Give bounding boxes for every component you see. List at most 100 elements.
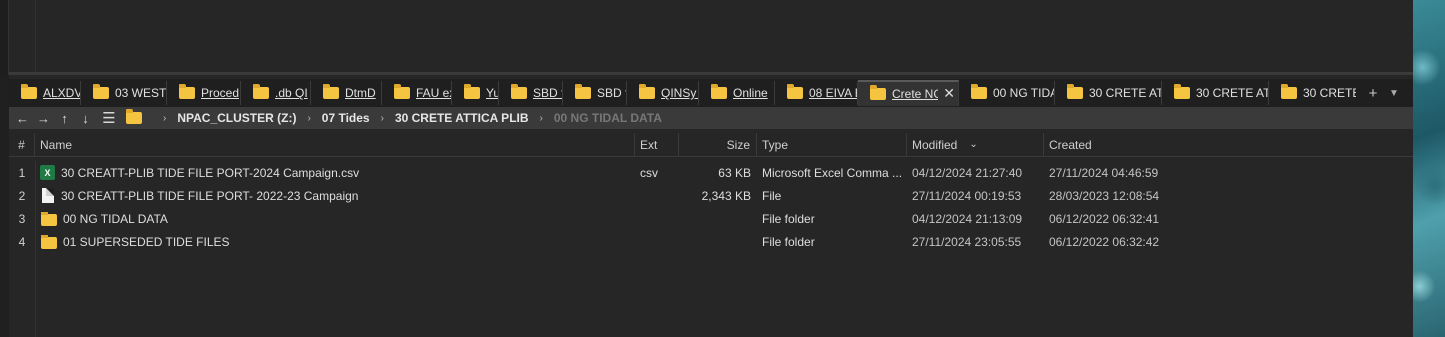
column-header-type[interactable]: Type [757,132,907,157]
folder-icon [711,84,727,99]
table-row[interactable]: 1 X 30 CREATT-PLIB TIDE FILE PORT-2024 Ca… [9,161,1413,184]
file-created: 06/12/2022 06:32:42 [1049,234,1160,249]
chevron-right-icon[interactable]: › [540,113,543,124]
folder-icon [394,84,410,99]
tab[interactable]: .db QI [241,81,311,105]
column-header-size[interactable]: Size [679,132,757,157]
breadcrumb-item[interactable]: NPAC_CLUSTER (Z:) [177,111,296,125]
folder-icon [179,84,195,99]
file-modified: 04/12/2024 21:27:40 [912,165,1023,180]
tab[interactable]: QINSy ( [627,81,699,105]
folder-icon [323,84,339,99]
tab-label: ALXDV [43,86,80,100]
folder-icon [1067,84,1083,99]
close-icon[interactable]: ✕ [943,85,955,102]
file-created: 28/03/2023 12:08:54 [1049,188,1160,203]
row-number: 2 [18,188,26,203]
tab-label: 30 CRETE ATT [1196,86,1268,100]
left-strip [0,0,9,75]
column-header-created[interactable]: Created [1044,133,1413,157]
up-arrow-icon[interactable]: ↑ [54,111,75,126]
tab[interactable]: Online [699,81,775,105]
tab[interactable]: 00 NG TIDA [959,81,1055,105]
file-icon [42,188,54,203]
folder-icon [253,84,269,99]
tab[interactable]: DtmD [311,81,382,105]
file-explorer-pane: ALXDV 03 WEST_ Proced .db QI DtmD FAU ex… [9,75,1413,337]
table-row[interactable]: 4 01 SUPERSEDED TIDE FILES File folder 2… [9,230,1413,253]
tab[interactable]: FAU ex [382,81,452,105]
column-headers: # Name Ext Size Type Modified ⌄ Created [9,132,1413,157]
column-header-modified-label: Modified [912,137,958,152]
file-name-cell[interactable]: 30 CREATT-PLIB TIDE FILE PORT- 2022-23 C… [35,188,635,203]
menu-icon[interactable]: ☰ [96,109,122,127]
folder-icon [511,84,527,99]
forward-arrow-icon[interactable]: → [33,111,54,126]
folder-icon [464,84,480,99]
chevron-right-icon[interactable]: › [163,113,166,124]
address-bar: ← → ↑ ↓ ☰ › NPAC_CLUSTER (Z:) › 07 Tides… [9,107,1413,129]
column-header-number[interactable]: # [9,132,35,157]
tab[interactable]: 30 CRETE ATT [1055,81,1162,105]
tab[interactable]: SBD f [563,81,627,105]
file-name-cell[interactable]: X 30 CREATT-PLIB TIDE FILE PORT-2024 Camp… [35,165,635,180]
new-tab-button[interactable]: + [1362,85,1384,102]
tab-label: 30 CRETE A [1303,86,1356,100]
excel-icon: X [40,165,55,180]
chevron-right-icon[interactable]: › [381,113,384,124]
folder-icon [1281,84,1297,99]
column-divider [35,0,36,72]
tab-label: Proced [201,86,240,100]
tab-label: Crete NG [892,87,938,101]
breadcrumb-item[interactable]: 30 CRETE ATTICA PLIB [395,111,529,125]
file-type: Microsoft Excel Comma ... [762,165,903,180]
folder-icon [575,84,591,99]
tab[interactable]: 08 EIVA EX [775,81,858,105]
file-created: 06/12/2022 06:32:41 [1049,211,1160,226]
folder-icon [971,84,987,99]
tab-label: 03 WEST_ [115,86,166,100]
tab[interactable]: 30 CRETE A [1269,81,1356,105]
column-header-name[interactable]: Name [35,132,635,157]
row-number: 1 [18,165,26,180]
back-arrow-icon[interactable]: ← [12,111,33,126]
tab-list-dropdown-icon[interactable]: ▼ [1384,88,1404,99]
folder-icon [787,84,803,99]
file-created: 27/11/2024 04:46:59 [1049,165,1159,180]
column-header-modified[interactable]: Modified ⌄ [907,132,1044,157]
breadcrumb-item[interactable]: 07 Tides [322,111,370,125]
tab[interactable]: Proced [167,81,241,105]
tab-bar: ALXDV 03 WEST_ Proced .db QI DtmD FAU ex… [9,79,1413,107]
folder-icon [93,84,109,99]
tab-active[interactable]: Crete NG ✕ [858,80,959,106]
file-modified: 27/11/2024 00:19:53 [912,188,1022,203]
tab-label: DtmD [345,86,376,100]
tab-label: 00 NG TIDA [993,86,1054,100]
tab[interactable]: Yu [452,81,499,105]
tab-label: Online [733,86,768,100]
tab[interactable]: ALXDV [9,81,81,105]
chevron-right-icon[interactable]: › [307,113,310,124]
table-row[interactable]: 2 30 CREATT-PLIB TIDE FILE PORT- 2022-23… [9,184,1413,207]
tab-label: SBD f [597,86,626,100]
down-arrow-icon[interactable]: ↓ [75,111,96,126]
breadcrumb-item[interactable]: 00 NG TIDAL DATA [554,111,662,125]
file-size: 63 KB [718,165,751,180]
file-type: File folder [762,234,815,249]
folder-icon [21,84,37,99]
column-header-ext[interactable]: Ext [635,132,679,157]
tab-label: Yu [486,86,498,100]
tab-label: 30 CRETE ATT [1089,86,1161,100]
folder-icon [126,109,142,124]
tab[interactable]: 30 CRETE ATT [1162,81,1269,105]
file-type: File folder [762,211,815,226]
file-list: 1 X 30 CREATT-PLIB TIDE FILE PORT-2024 Ca… [9,161,1413,253]
tab[interactable]: 03 WEST_ [81,81,167,105]
tab[interactable]: SBD f [499,81,563,105]
table-row[interactable]: 3 00 NG TIDAL DATA File folder 04/12/202… [9,207,1413,230]
file-name-cell[interactable]: 01 SUPERSEDED TIDE FILES [35,234,635,249]
tab-label: QINSy ( [661,86,698,100]
file-name-cell[interactable]: 00 NG TIDAL DATA [35,211,635,226]
row-number: 3 [18,211,26,226]
file-ext: csv [640,165,658,180]
